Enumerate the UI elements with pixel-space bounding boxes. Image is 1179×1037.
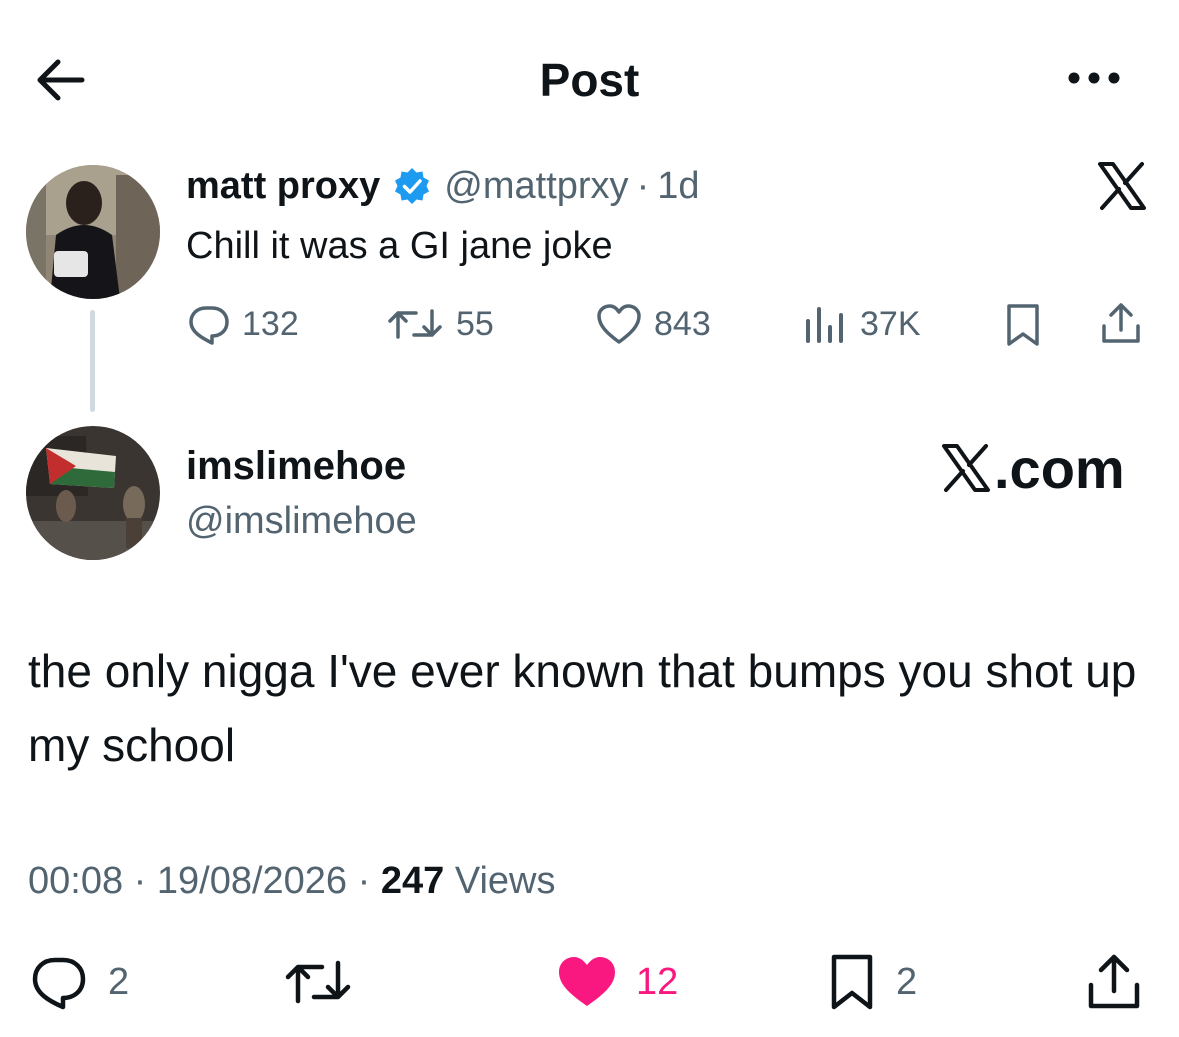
x-com-watermark: .com xyxy=(940,436,1125,500)
parent-post-header: matt proxy @mattprxy · 1d xyxy=(186,160,700,212)
thread-connector-line xyxy=(90,310,95,412)
author-handle[interactable]: @mattprxy xyxy=(444,165,628,208)
author-name[interactable]: imslimehoe xyxy=(186,440,406,492)
post-meta: 00:08 · 19/08/2026 · 247 Views xyxy=(28,855,556,907)
separator-dot: · xyxy=(636,164,650,207)
repost-count: 55 xyxy=(456,304,494,343)
views-button[interactable]: 37K xyxy=(800,300,921,348)
analytics-bar-icon xyxy=(806,307,843,343)
reply-button[interactable]: 132 xyxy=(186,300,299,348)
share-button[interactable] xyxy=(1084,950,1162,1014)
x-logo-icon xyxy=(942,444,990,492)
reply-icon xyxy=(32,957,86,1010)
bookmark-count: 2 xyxy=(896,960,918,1003)
share-icon xyxy=(1102,303,1140,343)
separator-dot: · xyxy=(357,860,371,902)
reply-count: 132 xyxy=(242,304,299,343)
verified-badge-icon xyxy=(395,168,430,204)
share-icon xyxy=(1088,954,1140,1009)
more-button[interactable] xyxy=(1062,60,1126,96)
like-count: 843 xyxy=(654,304,711,343)
author-name[interactable]: matt proxy xyxy=(186,165,380,208)
reply-count: 2 xyxy=(108,960,130,1003)
avatar-matt-proxy[interactable] xyxy=(26,165,160,299)
reply-icon xyxy=(189,306,229,345)
repost-button[interactable]: 55 xyxy=(384,300,494,348)
views-count: 37K xyxy=(860,304,921,343)
repost-icon xyxy=(388,309,442,339)
x-logo-icon xyxy=(1096,160,1148,212)
parent-post-text: Chill it was a GI jane joke xyxy=(186,225,613,267)
repost-icon xyxy=(285,960,351,1004)
like-count: 12 xyxy=(636,960,679,1003)
post-text: the only nigga I've ever known that bump… xyxy=(28,645,1137,771)
avatar-imslimehoe[interactable] xyxy=(26,426,160,560)
views-label: Views xyxy=(454,860,556,902)
post-time[interactable]: 00:08 xyxy=(28,860,123,902)
bookmark-icon xyxy=(831,954,873,1010)
more-horizontal-icon xyxy=(1068,72,1120,84)
heart-filled-icon xyxy=(559,957,615,1006)
bookmark-icon xyxy=(1007,304,1039,346)
separator-dot: · xyxy=(133,860,147,902)
post-time[interactable]: 1d xyxy=(657,165,699,208)
share-button[interactable] xyxy=(1098,300,1144,346)
like-button[interactable]: 12 xyxy=(556,950,678,1014)
bookmark-button[interactable] xyxy=(1002,302,1044,348)
reply-button[interactable]: 2 xyxy=(28,950,129,1014)
x-com-label: .com xyxy=(994,436,1125,500)
repost-button[interactable] xyxy=(282,950,372,1014)
heart-outline-icon xyxy=(597,304,641,344)
author-handle[interactable]: @imslimehoe xyxy=(186,495,417,547)
post-date[interactable]: 19/08/2026 xyxy=(157,860,347,902)
bookmark-button[interactable]: 2 xyxy=(826,950,917,1014)
views-count: 247 xyxy=(380,860,445,902)
page-title: Post xyxy=(539,54,640,106)
like-button[interactable]: 843 xyxy=(594,300,711,348)
